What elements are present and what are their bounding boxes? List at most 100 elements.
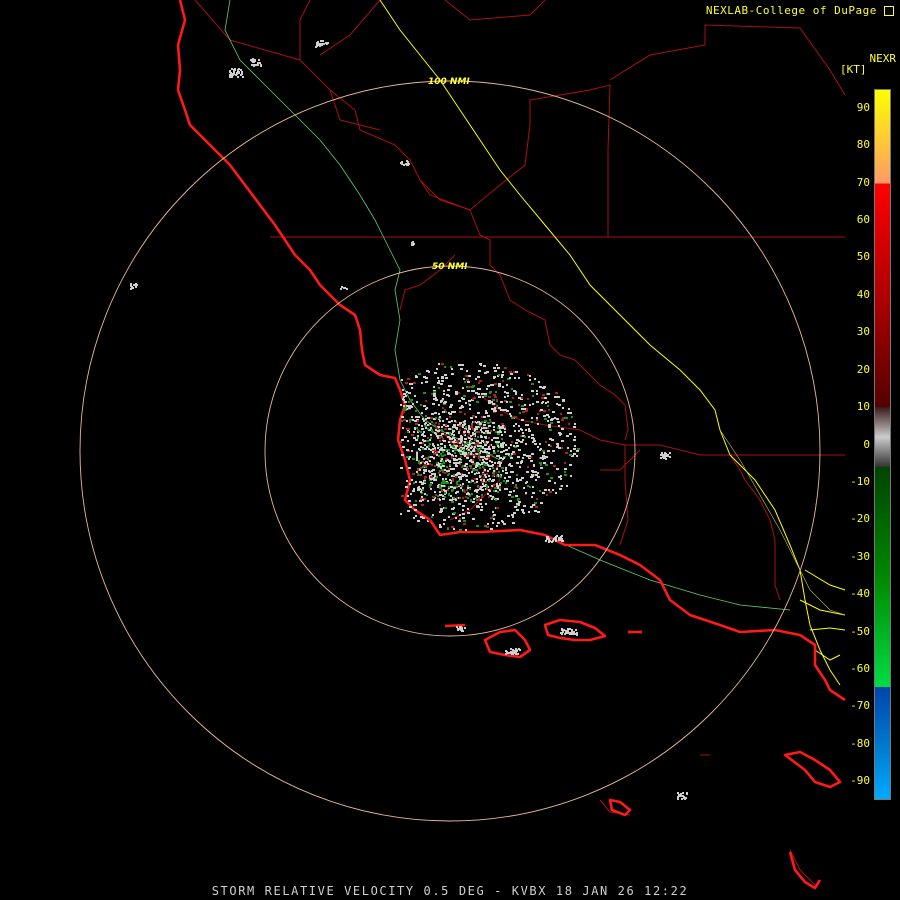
- echo-pixel: [477, 525, 479, 527]
- echo-pixel: [516, 487, 518, 489]
- echo-pixel: [491, 485, 493, 487]
- echo-pixel: [467, 497, 469, 499]
- echo-pixel: [412, 473, 415, 475]
- echo-pixel: [484, 395, 487, 397]
- echo-pixel: [429, 486, 431, 488]
- echo-pixel: [504, 396, 506, 398]
- echo-pixel: [448, 385, 450, 387]
- echo-pixel: [401, 495, 404, 497]
- echo-pixel: [450, 482, 452, 484]
- echo-pixel: [490, 517, 493, 519]
- echo-pixel: [439, 524, 441, 526]
- echo-pixel: [469, 408, 471, 410]
- echo-pixel: [448, 460, 450, 462]
- echo-pixel: [513, 512, 516, 514]
- echo-pixel: [417, 520, 420, 522]
- echo-pixel: [686, 793, 688, 795]
- echo-pixel: [483, 476, 485, 478]
- echo-pixel: [458, 480, 460, 482]
- echo-pixel: [477, 448, 479, 450]
- echo-pixel: [242, 76, 244, 78]
- product-caption: STORM RELATIVE VELOCITY 0.5 DEG - KVBX 1…: [211, 884, 689, 898]
- echo-pixel: [322, 40, 324, 42]
- echo-pixel: [660, 454, 662, 456]
- echo-pixel: [229, 76, 231, 78]
- echo-pixel: [455, 446, 457, 448]
- echo-pixel: [323, 43, 325, 45]
- echo-pixel: [542, 450, 545, 452]
- colorbar-tick: 90: [856, 100, 870, 114]
- echo-pixel: [439, 487, 442, 489]
- echo-pixel: [552, 540, 554, 542]
- echo-pixel: [461, 485, 463, 487]
- radar-map: 50 NMI 100 NMI: [79, 0, 846, 890]
- echo-pixel: [451, 420, 453, 422]
- echo-pixel: [520, 461, 523, 463]
- echo-pixel: [499, 465, 501, 467]
- echo-pixel: [320, 40, 322, 42]
- echo-pixel: [538, 381, 540, 383]
- echo-pixel: [446, 470, 448, 472]
- echo-pixel: [483, 365, 486, 367]
- echo-pixel: [444, 374, 447, 376]
- echo-pixel: [456, 481, 458, 483]
- echo-pixel: [475, 416, 477, 418]
- echo-pixel: [469, 443, 471, 445]
- echo-pixel: [498, 441, 500, 443]
- echo-pixel: [231, 68, 233, 70]
- echo-pixel: [468, 472, 470, 474]
- echo-pixel: [473, 448, 475, 450]
- echo-pixel: [531, 470, 534, 472]
- echo-pixel: [430, 484, 432, 486]
- echo-pixel: [488, 425, 491, 427]
- echo-pixel: [440, 383, 443, 385]
- echo-pixel: [472, 461, 474, 463]
- echo-pixel: [453, 512, 456, 514]
- echo-pixel: [468, 425, 470, 427]
- echo-pixel: [523, 454, 526, 456]
- echo-pixel: [557, 421, 560, 423]
- echo-pixel: [524, 404, 526, 406]
- echo-pixel: [488, 446, 490, 448]
- echo-pixel: [488, 396, 491, 398]
- echo-pixel: [410, 399, 413, 401]
- echo-pixel: [577, 448, 580, 450]
- echo-pixel: [514, 506, 517, 508]
- echo-pixel: [570, 475, 572, 477]
- echo-pixel: [448, 428, 451, 430]
- echo-pixel: [443, 462, 445, 464]
- echo-pixel: [677, 796, 679, 798]
- echo-pixel: [229, 74, 231, 76]
- echo-pixel: [456, 459, 458, 461]
- echo-pixel: [483, 461, 485, 463]
- echo-pixel: [461, 627, 463, 629]
- echo-pixel: [511, 496, 514, 498]
- echo-pixel: [418, 460, 420, 462]
- echo-pixel: [562, 399, 565, 401]
- echo-pixel: [487, 470, 489, 472]
- echo-pixel: [422, 439, 424, 441]
- echo-pixel: [546, 536, 548, 538]
- echo-pixel: [573, 439, 576, 441]
- echo-pixel: [509, 435, 512, 437]
- echo-pixel: [537, 476, 540, 478]
- echo-pixel: [449, 464, 451, 466]
- echo-pixel: [522, 411, 525, 413]
- echo-pixel: [416, 401, 418, 403]
- echo-pixel: [468, 481, 470, 483]
- echo-pixel: [233, 71, 235, 73]
- echo-pixel: [496, 443, 499, 445]
- echo-pixel: [496, 468, 498, 470]
- echo-pixel: [496, 483, 498, 485]
- echo-pixel: [566, 485, 568, 487]
- echo-pixel: [555, 540, 557, 542]
- echo-pixel: [434, 372, 437, 374]
- echo-pixel: [340, 288, 342, 290]
- echo-pixel: [497, 367, 500, 369]
- echo-pixel: [422, 418, 424, 420]
- echo-pixel: [442, 495, 444, 497]
- colorbar-tick: -60: [850, 662, 870, 676]
- echo-pixel: [447, 528, 449, 530]
- echo-pixel: [510, 373, 513, 375]
- echo-pixel: [489, 460, 491, 462]
